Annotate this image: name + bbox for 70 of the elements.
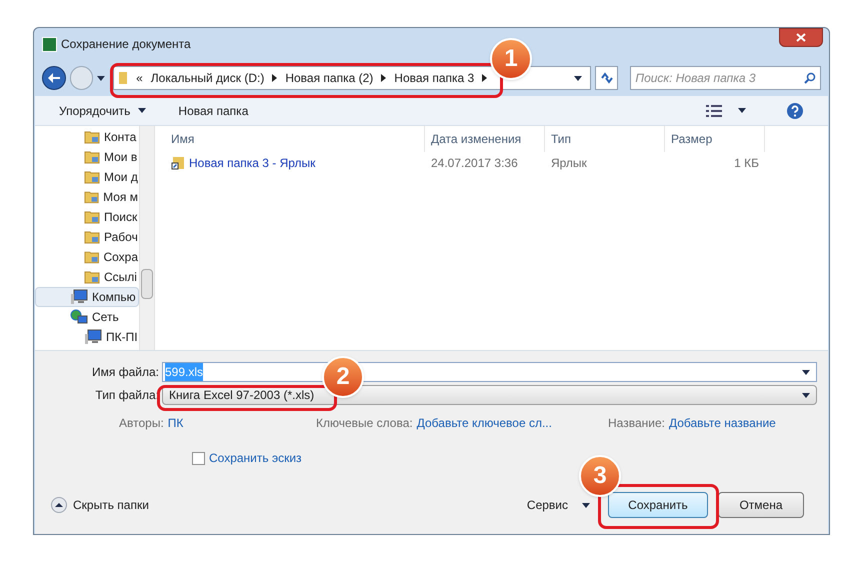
column-header[interactable]: Имя — [155, 126, 425, 152]
hide-folders-button[interactable]: Скрыть папки — [51, 496, 149, 514]
save-button[interactable]: Сохранить — [608, 492, 708, 518]
excel-icon — [42, 36, 57, 52]
selected-text: 599.xls — [165, 363, 204, 381]
back-arrow-icon — [48, 73, 60, 83]
sidebar-item[interactable]: Рабоч — [35, 227, 139, 247]
window-title: Сохранение документа — [61, 36, 191, 53]
sidebar-item[interactable]: Моя м — [35, 187, 139, 207]
file-type-dropdown[interactable]: Книга Excel 97-2003 (*.xls) — [162, 385, 817, 405]
address-bar[interactable]: « Локальный диск (D:) Новая папка (2) Новая папка 3 — [113, 66, 591, 90]
field-label: Тип файла: — [94, 387, 160, 404]
view-options-icon — [706, 104, 722, 116]
dropdown-caret-icon — [574, 76, 582, 80]
metadata-value[interactable]: Добавьте ключевое сл... — [416, 414, 552, 432]
caret-icon — [138, 108, 146, 113]
sidebar-item[interactable]: ПК-ПІ — [35, 327, 139, 347]
sidebar-item[interactable]: Сохра — [35, 247, 139, 267]
view-caret-icon — [738, 108, 746, 113]
scroll-thumb[interactable] — [141, 269, 153, 299]
breadcrumb-segment[interactable]: Новая папка (2) — [285, 69, 374, 87]
search-icon — [804, 72, 816, 84]
tools-button[interactable]: Сервис — [526, 496, 590, 514]
breadcrumb-segment[interactable]: Новая папка 3 — [394, 69, 474, 87]
metadata-label: Ключевые слова: — [316, 415, 413, 432]
sidebar-item[interactable]: Компью — [35, 287, 139, 307]
scrollbar[interactable] — [139, 126, 154, 350]
field-label: Имя файла: — [91, 364, 160, 381]
column-header[interactable]: Дата изменения — [425, 126, 545, 152]
help-icon — [786, 102, 804, 120]
metadata-label: Название: — [608, 415, 665, 432]
sidebar-item[interactable]: Конта — [35, 127, 139, 147]
close-button[interactable] — [779, 28, 823, 47]
collapse-icon — [51, 497, 67, 513]
shortcut-folder-icon — [171, 156, 185, 170]
history-caret-icon — [97, 76, 106, 80]
chevron-icon — [272, 74, 278, 82]
back-button[interactable] — [42, 66, 66, 90]
thumbnail-checkbox[interactable] — [192, 452, 205, 464]
file-name[interactable]: Новая папка 3 - Ярлык — [189, 154, 316, 172]
chevron-icon — [381, 74, 386, 82]
metadata-value[interactable]: Добавьте название — [668, 414, 776, 432]
table-cell-text: 1 КБ — [733, 155, 760, 172]
table-cell-text: Ярлык — [550, 155, 588, 172]
table-cell-text: 24.07.2017 3:36 — [430, 155, 519, 172]
caret-icon — [802, 392, 810, 398]
organize-button[interactable]: Упорядочить — [59, 102, 146, 120]
sidebar-item[interactable]: Ссылі — [35, 267, 139, 287]
metadata-value[interactable]: ПК — [168, 414, 184, 432]
new-folder-button[interactable]: Новая папка — [178, 102, 248, 120]
computer-icon — [70, 289, 88, 305]
sidebar-item[interactable]: Мои в — [35, 147, 139, 167]
search-field[interactable]: Поиск: Новая папка 3 — [630, 66, 821, 90]
refresh-button[interactable] — [594, 66, 618, 90]
computer-icon — [84, 329, 102, 345]
sidebar-item[interactable]: Мои д — [35, 167, 139, 187]
checkbox-label: Сохранить эскиз — [209, 450, 302, 467]
metadata-label: Авторы: — [119, 415, 164, 432]
column-header[interactable]: Тип — [545, 126, 665, 152]
network-icon — [70, 309, 88, 325]
sidebar-item[interactable]: Поиск — [35, 207, 139, 227]
caret-icon — [582, 502, 590, 508]
close-icon — [796, 33, 806, 42]
cancel-button[interactable]: Отмена — [718, 492, 804, 518]
caret-icon — [802, 370, 810, 374]
breadcrumb-overflow[interactable]: « — [136, 69, 143, 87]
breadcrumb-segment[interactable]: Локальный диск (D:) — [150, 69, 264, 87]
sidebar-item[interactable]: Сеть — [35, 307, 139, 327]
chevron-icon — [482, 74, 488, 82]
column-header[interactable]: Размер — [665, 126, 765, 152]
